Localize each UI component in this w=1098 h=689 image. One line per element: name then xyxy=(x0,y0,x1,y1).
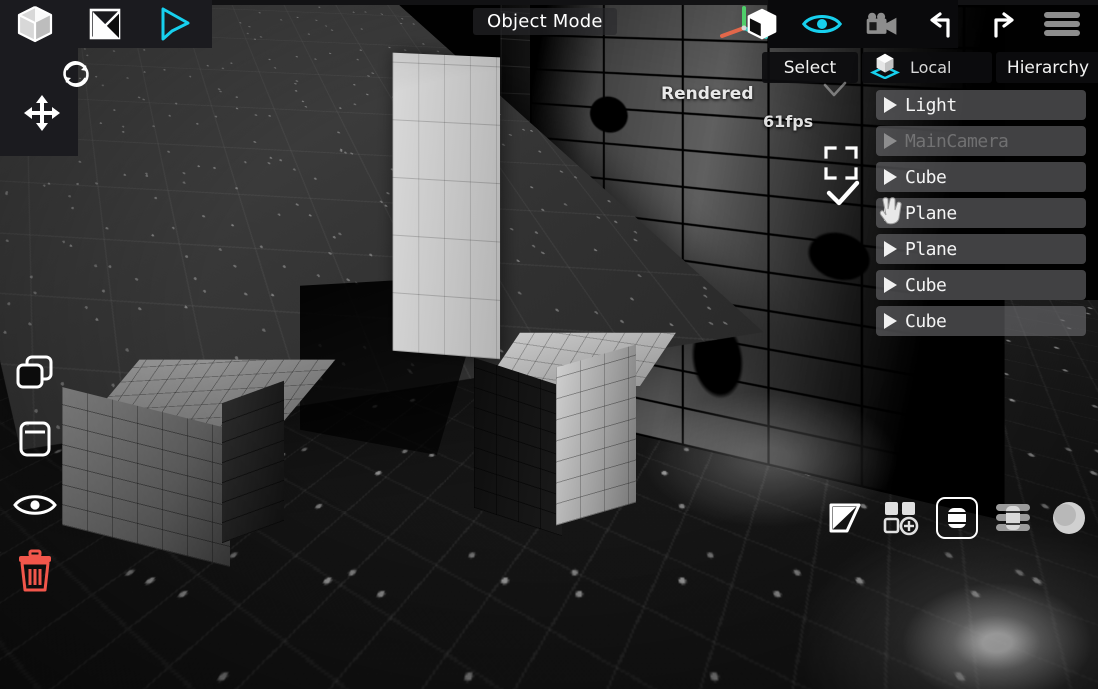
hierarchy-item-maincamera[interactable]: MainCamera xyxy=(876,126,1086,156)
rotate-tool-button[interactable] xyxy=(58,56,94,96)
triangle-right-icon[interactable] xyxy=(884,133,897,149)
hierarchy-item-label: Light xyxy=(905,95,957,116)
hierarchy-item-label: Plane xyxy=(905,239,957,260)
delete-button[interactable] xyxy=(12,550,58,592)
hierarchy-item-label: Plane xyxy=(905,203,957,224)
transform-space-label: Local xyxy=(910,58,951,77)
triangle-right-icon[interactable] xyxy=(884,241,897,257)
duplicate-button[interactable] xyxy=(12,352,58,394)
fps-label: 61fps xyxy=(763,112,813,131)
hierarchy-item-cube-2[interactable]: Cube xyxy=(876,270,1086,300)
select-tool-button[interactable] xyxy=(140,0,210,48)
hierarchy-item-cube-1[interactable]: Cube xyxy=(876,162,1086,192)
hierarchy-item-label: Cube xyxy=(905,167,946,188)
menu-button[interactable] xyxy=(1032,0,1092,48)
shading-button[interactable] xyxy=(824,497,866,539)
mode-pill[interactable]: Object Mode xyxy=(473,8,617,35)
shape-button[interactable] xyxy=(732,0,792,48)
select-mode-button[interactable]: Select xyxy=(762,52,858,83)
layers-button[interactable] xyxy=(992,497,1034,539)
material-button[interactable] xyxy=(1048,497,1090,539)
chevron-check-icon xyxy=(822,80,848,104)
object-tool-button[interactable] xyxy=(0,0,70,48)
camera-button[interactable] xyxy=(852,0,912,48)
add-object-button[interactable] xyxy=(880,497,922,539)
redo-button[interactable] xyxy=(972,0,1032,48)
triangle-right-icon[interactable] xyxy=(884,313,897,329)
confirm-checkmark-icon[interactable] xyxy=(826,180,860,212)
hierarchy-tab-button[interactable]: Hierarchy xyxy=(996,52,1098,83)
undo-button[interactable] xyxy=(912,0,972,48)
bottom-toolbar xyxy=(824,497,1090,539)
crop-frame-icon[interactable] xyxy=(824,146,858,180)
paste-button[interactable] xyxy=(12,418,58,460)
tool-panel xyxy=(0,0,212,48)
transform-space-button[interactable]: Local xyxy=(862,52,992,83)
render-mode-label: Rendered xyxy=(661,84,754,104)
triangle-right-icon[interactable] xyxy=(884,277,897,293)
triangle-right-icon[interactable] xyxy=(884,169,897,185)
hierarchy-item-plane-1[interactable]: Plane xyxy=(876,198,1086,228)
hierarchy-item-light[interactable]: Light xyxy=(876,90,1086,120)
left-action-rail xyxy=(12,352,58,592)
scale-tool-button[interactable] xyxy=(70,0,140,48)
hierarchy-item-cube-3[interactable]: Cube xyxy=(876,306,1086,336)
triangle-right-icon[interactable] xyxy=(884,205,897,221)
hierarchy-item-label: Cube xyxy=(905,311,946,332)
hierarchy-item-label: MainCamera xyxy=(905,131,1008,152)
hierarchy-panel: Light MainCamera Cube Plane Plane Cube C… xyxy=(876,90,1086,342)
header-toolbar xyxy=(732,0,1098,48)
visibility-button[interactable] xyxy=(12,484,58,526)
hierarchy-item-plane-2[interactable]: Plane xyxy=(876,234,1086,264)
object-mode-button[interactable] xyxy=(936,497,978,539)
triangle-right-icon[interactable] xyxy=(884,97,897,113)
move-tool-button[interactable] xyxy=(22,93,62,137)
cube-diamond-icon xyxy=(870,51,900,84)
hierarchy-item-label: Cube xyxy=(905,275,946,296)
visibility-button[interactable] xyxy=(792,0,852,48)
